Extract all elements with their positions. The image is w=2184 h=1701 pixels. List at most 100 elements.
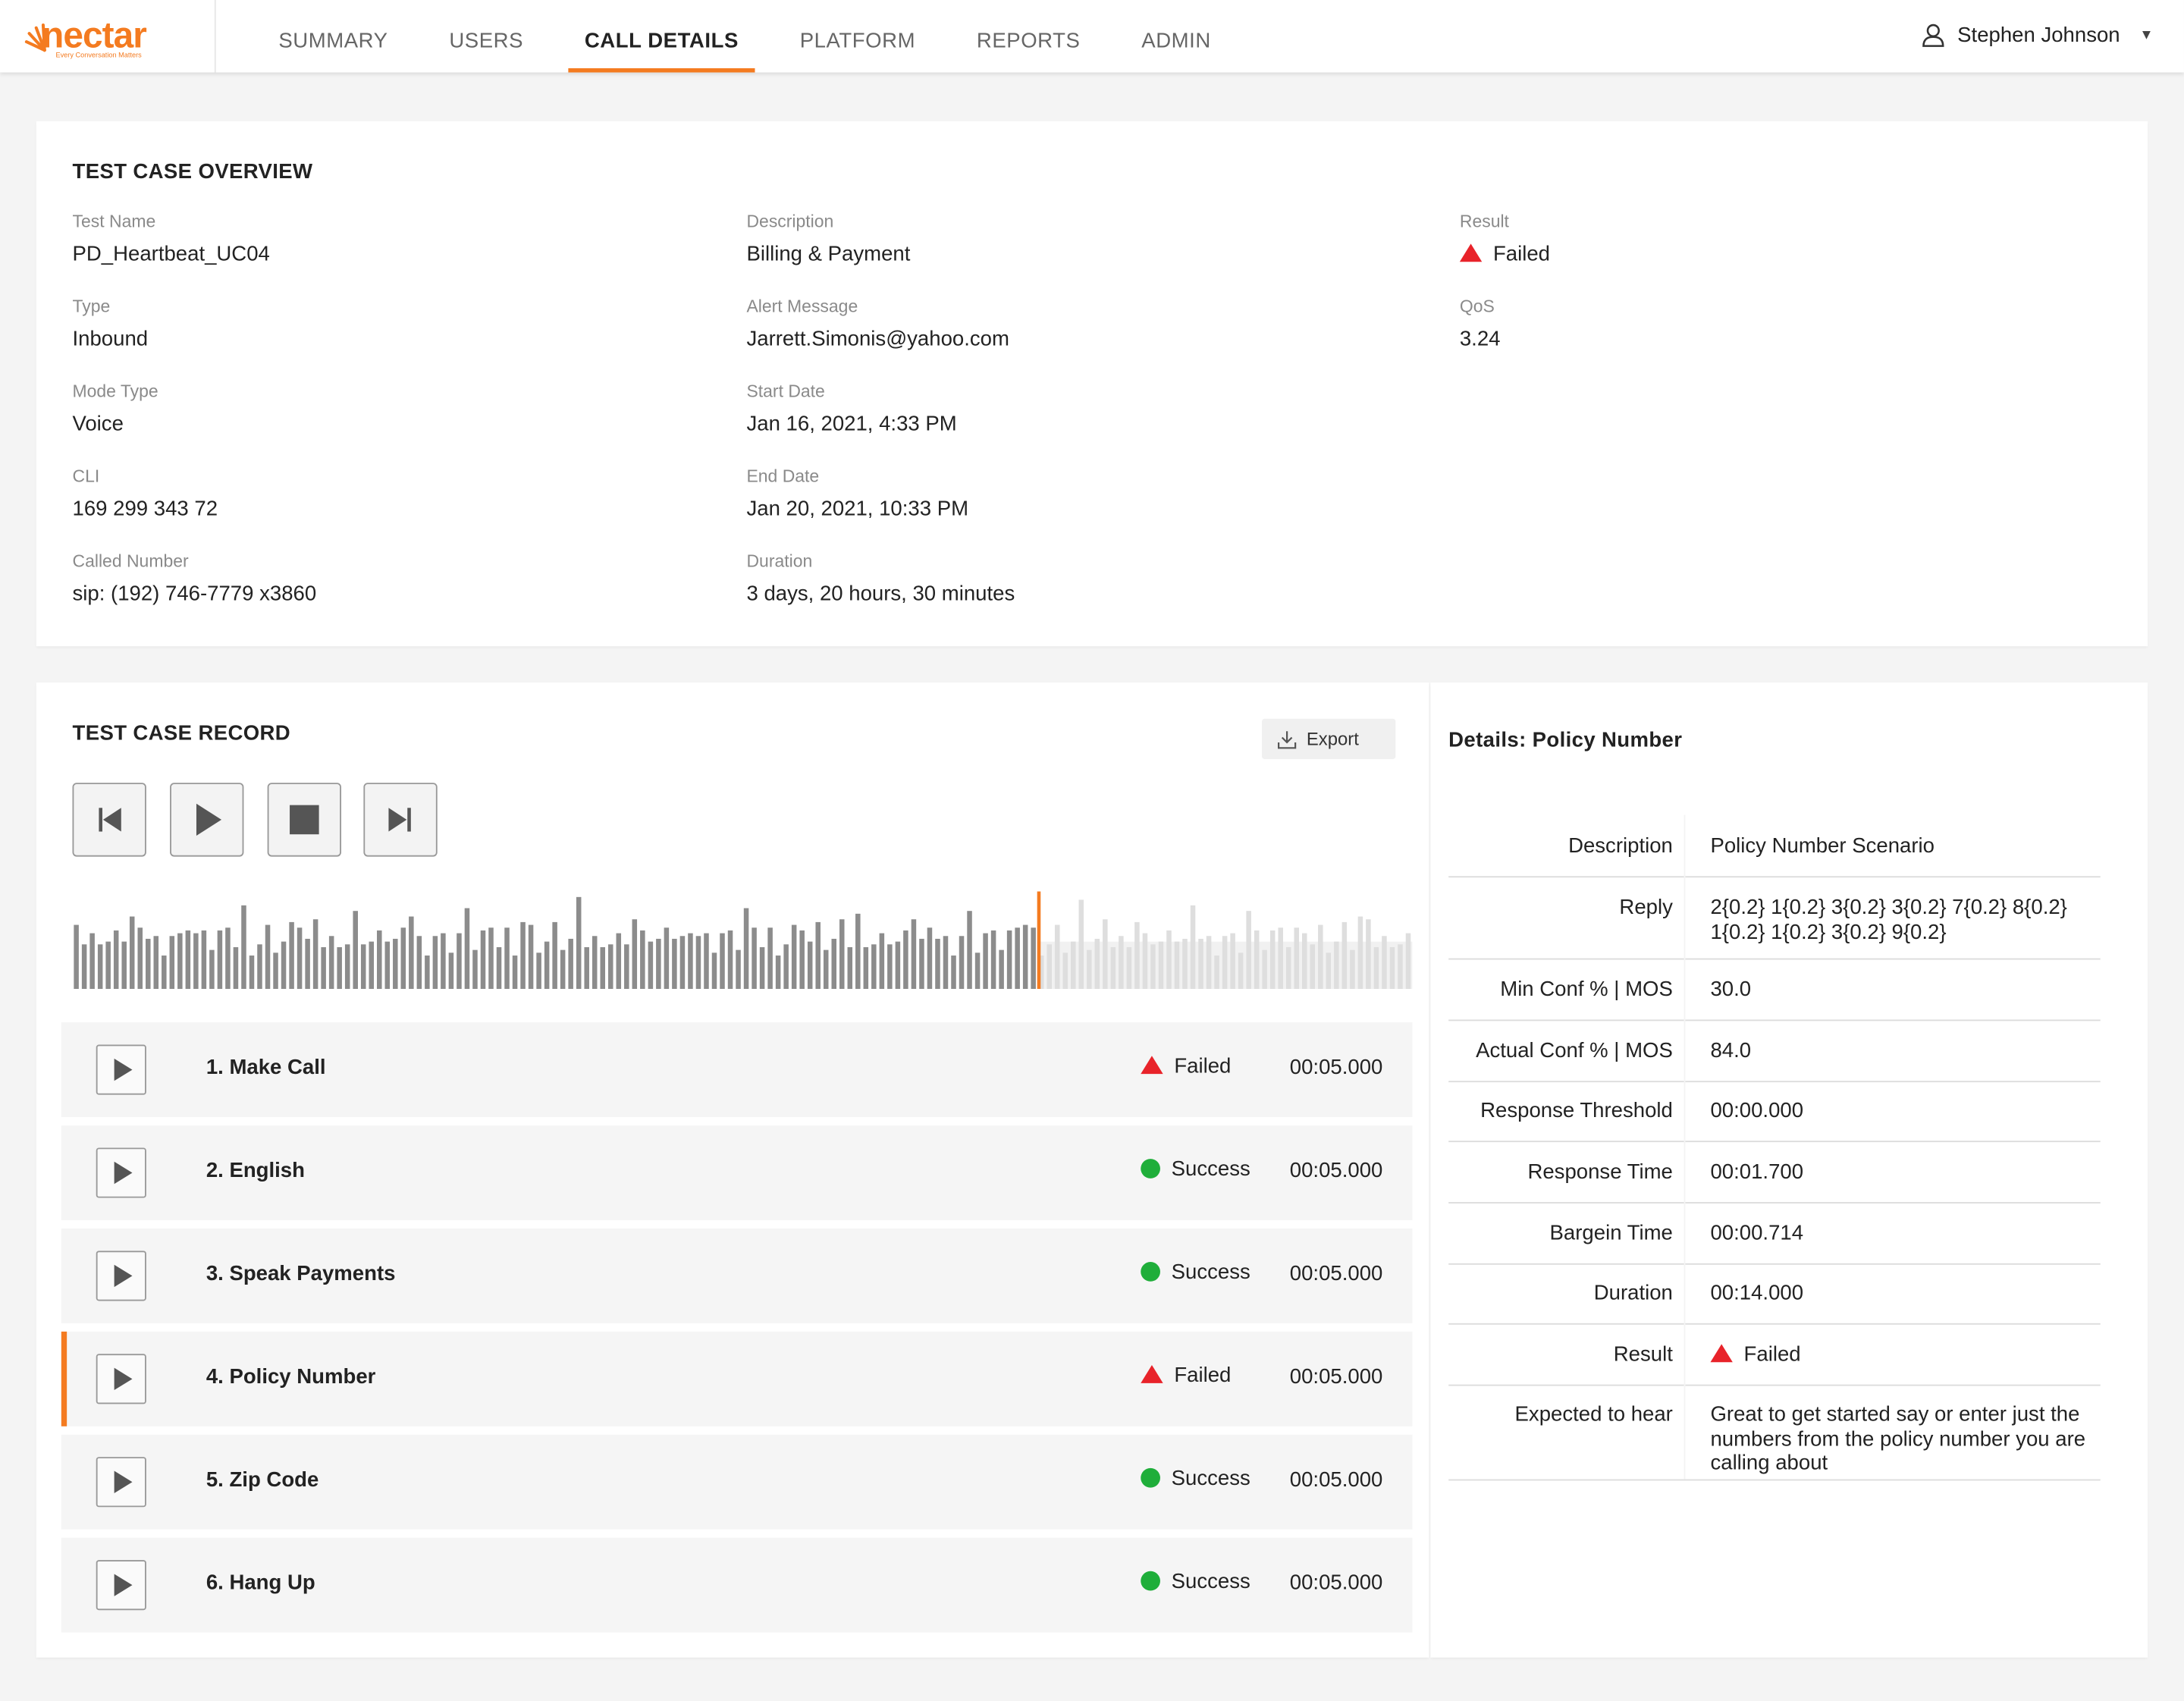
- waveform-bar: [1222, 936, 1228, 990]
- step-row[interactable]: 4. Policy Number Failed 00:05.000: [61, 1331, 1413, 1426]
- tab-admin[interactable]: ADMIN: [1111, 0, 1241, 73]
- waveform-bar: [592, 936, 598, 990]
- step-name: 1. Make Call: [206, 1056, 326, 1080]
- waveform-bar: [544, 941, 550, 990]
- waveform-bar: [360, 944, 366, 990]
- waveform-bar: [209, 949, 215, 990]
- waveform-bar: [815, 921, 821, 990]
- user-menu[interactable]: Stephen Johnson ▼: [1921, 22, 2154, 47]
- tab-platform[interactable]: PLATFORM: [769, 0, 946, 73]
- waveform-bar: [441, 933, 446, 990]
- step-duration: 00:05.000: [1289, 1056, 1383, 1080]
- waveform-bar: [177, 933, 183, 990]
- waveform-bar: [990, 930, 996, 990]
- waveform-bar: [887, 944, 893, 990]
- waveform-bar: [201, 930, 207, 990]
- waveform-bar: [600, 946, 606, 990]
- waveform-bar: [1142, 933, 1148, 990]
- step-status-text: Failed: [1174, 1054, 1232, 1078]
- waveform-bar: [967, 911, 972, 990]
- waveform-bar: [241, 905, 246, 990]
- waveform-bar: [121, 941, 127, 990]
- step-row[interactable]: 2. English Success 00:05.000: [61, 1125, 1413, 1220]
- export-button[interactable]: Export: [1262, 718, 1396, 760]
- waveform-bar: [328, 936, 334, 990]
- step-row[interactable]: 6. Hang Up Success 00:05.000: [61, 1537, 1413, 1633]
- step-play-button[interactable]: [96, 1147, 146, 1198]
- step-play-button[interactable]: [96, 1457, 146, 1508]
- details-divider: [1684, 958, 1686, 1020]
- play-icon: [114, 1264, 133, 1288]
- field-label: End Date: [746, 466, 820, 487]
- waveform-bar: [664, 927, 670, 990]
- waveform-bar: [791, 924, 797, 990]
- waveform-bar: [1054, 924, 1060, 990]
- details-title: Details: Policy Number: [1448, 728, 1683, 752]
- step-row[interactable]: 1. Make Call Failed 00:05.000: [61, 1022, 1413, 1118]
- field-qos: QoS 3.24: [1460, 297, 1501, 351]
- test-case-overview-card: TEST CASE OVERVIEW Test Name PD_Heartbea…: [36, 121, 2148, 647]
- details-row: Expected to hear Great to get started say…: [1448, 1382, 2101, 1481]
- waveform-bar: [839, 919, 845, 990]
- waveform-bar: [400, 927, 406, 990]
- waveform-bar: [624, 944, 629, 990]
- details-divider: [1684, 876, 1686, 959]
- waveform-bar: [1285, 946, 1291, 990]
- waveform-bar: [464, 908, 470, 990]
- details-key: Response Time: [1527, 1160, 1673, 1185]
- waveform-bar: [759, 946, 765, 990]
- waveform-bar: [983, 933, 988, 990]
- field-start-date: Start Date Jan 16, 2021, 4:33 PM: [746, 381, 956, 436]
- waveform-bar: [576, 896, 582, 990]
- waveform-bar: [81, 944, 87, 990]
- skip-back-button[interactable]: [72, 783, 146, 857]
- waveform-bar: [1310, 944, 1316, 990]
- play-button[interactable]: [170, 783, 244, 857]
- waveform-bar: [1022, 924, 1028, 990]
- nectar-logo[interactable]: nectar Every Conversation Matters: [0, 0, 216, 73]
- details-value: Failed: [1710, 1343, 2100, 1367]
- tab-users[interactable]: USERS: [419, 0, 554, 73]
- waveform-bar: [265, 924, 271, 990]
- waveform-bar: [384, 941, 391, 990]
- tab-call-details[interactable]: CALL DETAILS: [554, 0, 769, 73]
- audio-waveform[interactable]: [73, 891, 1413, 990]
- waveform-bar: [185, 930, 191, 990]
- field-end-date: End Date Jan 20, 2021, 10:33 PM: [746, 466, 968, 521]
- waveform-bar: [1405, 933, 1411, 990]
- step-name: 3. Speak Payments: [206, 1262, 396, 1286]
- waveform-bar: [146, 938, 151, 990]
- waveform-bar: [1126, 946, 1132, 990]
- details-value: 2{0.2} 1{0.2} 3{0.2} 3{0.2} 7{0.2} 8{0.2…: [1710, 895, 2067, 944]
- waveform-bar: [632, 919, 638, 990]
- details-key: Expected to hear: [1514, 1402, 1673, 1426]
- field-description: Description Billing & Payment: [746, 212, 910, 266]
- step-play-button[interactable]: [96, 1560, 146, 1611]
- skip-forward-button[interactable]: [363, 783, 438, 857]
- step-row[interactable]: 3. Speak Payments Success 00:05.000: [61, 1228, 1413, 1323]
- waveform-bar: [951, 955, 956, 990]
- step-play-button[interactable]: [96, 1044, 146, 1095]
- waveform-bar: [616, 933, 622, 990]
- waveform-bar: [233, 946, 239, 990]
- details-row: Bargein Time 00:00.714: [1448, 1202, 2101, 1265]
- waveform-bar: [807, 941, 813, 990]
- details-key: Actual Conf % | MOS: [1476, 1039, 1673, 1063]
- failed-warning-icon: [1459, 243, 1483, 262]
- step-row[interactable]: 5. Zip Code Success 00:05.000: [61, 1434, 1413, 1530]
- waveform-bar: [847, 946, 853, 990]
- play-icon: [114, 1058, 133, 1081]
- waveform-bar: [281, 941, 287, 990]
- tab-summary[interactable]: SUMMARY: [248, 0, 419, 73]
- step-play-button[interactable]: [96, 1251, 146, 1301]
- waveform-bar: [1190, 905, 1196, 990]
- waveform-bar: [393, 938, 398, 990]
- step-play-button[interactable]: [96, 1354, 146, 1404]
- waveform-bar: [353, 911, 358, 990]
- waveform-bar: [775, 955, 781, 990]
- stop-button[interactable]: [267, 783, 341, 857]
- details-key: Reply: [1619, 895, 1673, 920]
- waveform-bar: [919, 938, 924, 990]
- tab-reports[interactable]: REPORTS: [946, 0, 1110, 73]
- waveform-bar: [496, 946, 502, 990]
